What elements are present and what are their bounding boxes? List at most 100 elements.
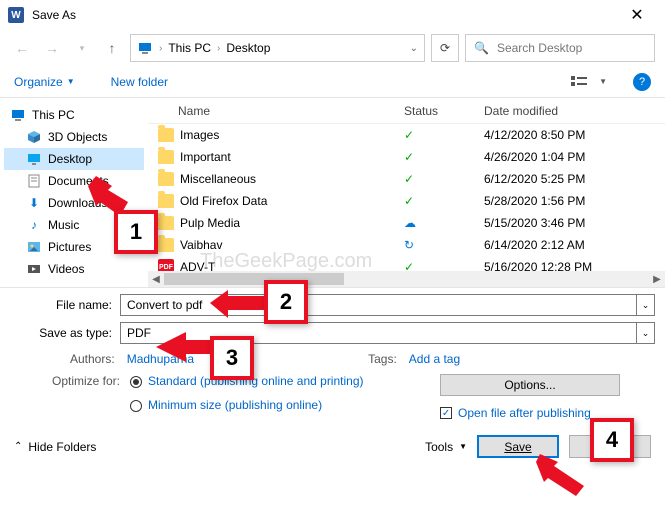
status-icon: ✓: [404, 128, 484, 142]
file-name: Miscellaneous: [180, 172, 256, 186]
list-item[interactable]: PDFADV-T✓5/16/2020 12:28 PM: [148, 256, 665, 271]
file-date: 5/28/2020 1:56 PM: [484, 194, 665, 208]
optimize-standard-radio[interactable]: Standard (publishing online and printing…: [130, 374, 430, 390]
tags-value[interactable]: Add a tag: [409, 352, 460, 366]
filename-label: File name:: [10, 298, 120, 312]
file-date: 4/12/2020 8:50 PM: [484, 128, 665, 142]
hide-folders-button[interactable]: ⌃ Hide Folders: [14, 440, 96, 454]
file-name: Important: [180, 150, 231, 164]
col-status[interactable]: Status: [404, 104, 484, 118]
file-name: Old Firefox Data: [180, 194, 267, 208]
callout-1: 1: [114, 210, 158, 254]
pictures-icon: [26, 239, 42, 255]
file-name: Pulp Media: [180, 216, 240, 230]
tools-menu[interactable]: Tools ▼: [425, 440, 467, 454]
nav-up-icon[interactable]: ↑: [100, 36, 124, 60]
file-date: 6/12/2020 5:25 PM: [484, 172, 665, 186]
status-icon: ☁: [404, 216, 484, 230]
titlebar: W Save As ✕: [0, 0, 665, 30]
close-icon[interactable]: ✕: [617, 5, 657, 25]
folder-icon: [158, 194, 174, 208]
filename-dropdown[interactable]: ⌄: [637, 294, 655, 316]
breadcrumb-leaf[interactable]: Desktop: [226, 41, 270, 55]
options-button[interactable]: Options...: [440, 374, 620, 396]
scroll-thumb[interactable]: [164, 273, 344, 285]
file-date: 5/16/2020 12:28 PM: [484, 260, 665, 271]
file-list: Name Status Date modified Images✓4/12/20…: [148, 98, 665, 287]
scrollbar-horizontal[interactable]: ◀ ▶: [148, 271, 665, 287]
view-mode-icon[interactable]: [567, 70, 591, 94]
sidebar-item-this-pc[interactable]: This PC: [4, 104, 144, 126]
authors-label: Authors:: [70, 352, 115, 366]
optimize-minimum-radio[interactable]: Minimum size (publishing online): [130, 398, 430, 414]
callout-2: 2: [264, 280, 308, 324]
column-headers[interactable]: Name Status Date modified: [148, 98, 665, 124]
sidebar-item-desktop[interactable]: Desktop: [4, 148, 144, 170]
callout-3: 3: [210, 336, 254, 380]
arrow-3: [156, 332, 216, 362]
breadcrumb-root[interactable]: This PC: [168, 41, 211, 55]
list-item[interactable]: Important ✓4/26/2020 1:04 PM: [148, 146, 665, 168]
tags-label: Tags:: [368, 352, 397, 366]
scroll-right-icon[interactable]: ▶: [649, 274, 665, 285]
help-icon[interactable]: ?: [633, 73, 651, 91]
refresh-icon[interactable]: ⟳: [431, 34, 459, 62]
chevron-down-icon: ▼: [67, 77, 75, 86]
organize-menu[interactable]: Organize▼: [14, 75, 75, 89]
chevron-down-icon[interactable]: ⌄: [410, 43, 418, 54]
navbar: ← → ▾ ↑ › This PC › Desktop ⌄ ⟳ 🔍 Search…: [0, 30, 665, 66]
window-title: Save As: [32, 8, 617, 22]
list-item[interactable]: Pulp Media☁5/15/2020 3:46 PM: [148, 212, 665, 234]
scroll-left-icon[interactable]: ◀: [148, 274, 164, 285]
music-icon: ♪: [26, 217, 42, 233]
col-name[interactable]: Name: [148, 104, 404, 118]
status-icon: ✓: [404, 150, 484, 164]
radio-off-icon: [130, 400, 142, 412]
list-item[interactable]: Old Firefox Data ✓5/28/2020 1:56 PM: [148, 190, 665, 212]
nav-forward-icon[interactable]: →: [40, 36, 64, 60]
new-folder-button[interactable]: New folder: [111, 75, 168, 89]
list-item[interactable]: Images✓4/12/2020 8:50 PM: [148, 124, 665, 146]
callout-4: 4: [590, 418, 634, 462]
desktop-icon: [26, 151, 42, 167]
search-icon: 🔍: [474, 41, 489, 55]
status-icon: ✓: [404, 260, 484, 271]
document-icon: [26, 173, 42, 189]
pc-icon: [137, 40, 153, 56]
status-icon: ✓: [404, 172, 484, 186]
file-date: 6/14/2020 2:12 AM: [484, 238, 665, 252]
status-icon: ✓: [404, 194, 484, 208]
address-bar[interactable]: › This PC › Desktop ⌄: [130, 34, 425, 62]
list-item[interactable]: Vaibhav ↻6/14/2020 2:12 AM: [148, 234, 665, 256]
optimize-label: Optimize for:: [52, 374, 120, 421]
video-icon: [26, 261, 42, 277]
chevron-up-icon: ⌃: [14, 441, 22, 452]
chevron-right-icon: ›: [159, 43, 162, 54]
chevron-down-icon: ▼: [459, 442, 467, 451]
status-icon: ↻: [404, 238, 484, 252]
cube-icon: [26, 129, 42, 145]
search-input[interactable]: 🔍 Search Desktop: [465, 34, 655, 62]
saveastype-dropdown[interactable]: ⌄: [637, 322, 655, 344]
file-name: Vaibhav: [180, 238, 222, 252]
chevron-down-icon[interactable]: ▼: [599, 77, 607, 86]
arrow-2: [210, 290, 270, 320]
sidebar-item-3d-objects[interactable]: 3D Objects: [4, 126, 144, 148]
save-panel: File name: Convert to pdf ⌄ Save as type…: [0, 288, 665, 429]
radio-on-icon: [130, 376, 142, 388]
file-name: ADV-T: [180, 260, 215, 271]
checkbox-checked-icon: ✓: [440, 407, 452, 419]
list-item[interactable]: Miscellaneous ✓6/12/2020 5:25 PM: [148, 168, 665, 190]
arrow-4: [536, 450, 596, 500]
sidebar-item-videos[interactable]: Videos: [4, 258, 144, 280]
word-icon: W: [8, 7, 24, 23]
filename-input[interactable]: Convert to pdf: [120, 294, 637, 316]
search-placeholder: Search Desktop: [497, 41, 582, 55]
folder-icon: [158, 238, 174, 252]
nav-recent-icon[interactable]: ▾: [70, 36, 94, 60]
nav-back-icon[interactable]: ←: [10, 36, 34, 60]
folder-icon: [158, 172, 174, 186]
col-date[interactable]: Date modified: [484, 104, 665, 118]
folder-icon: [158, 150, 174, 164]
file-date: 4/26/2020 1:04 PM: [484, 150, 665, 164]
